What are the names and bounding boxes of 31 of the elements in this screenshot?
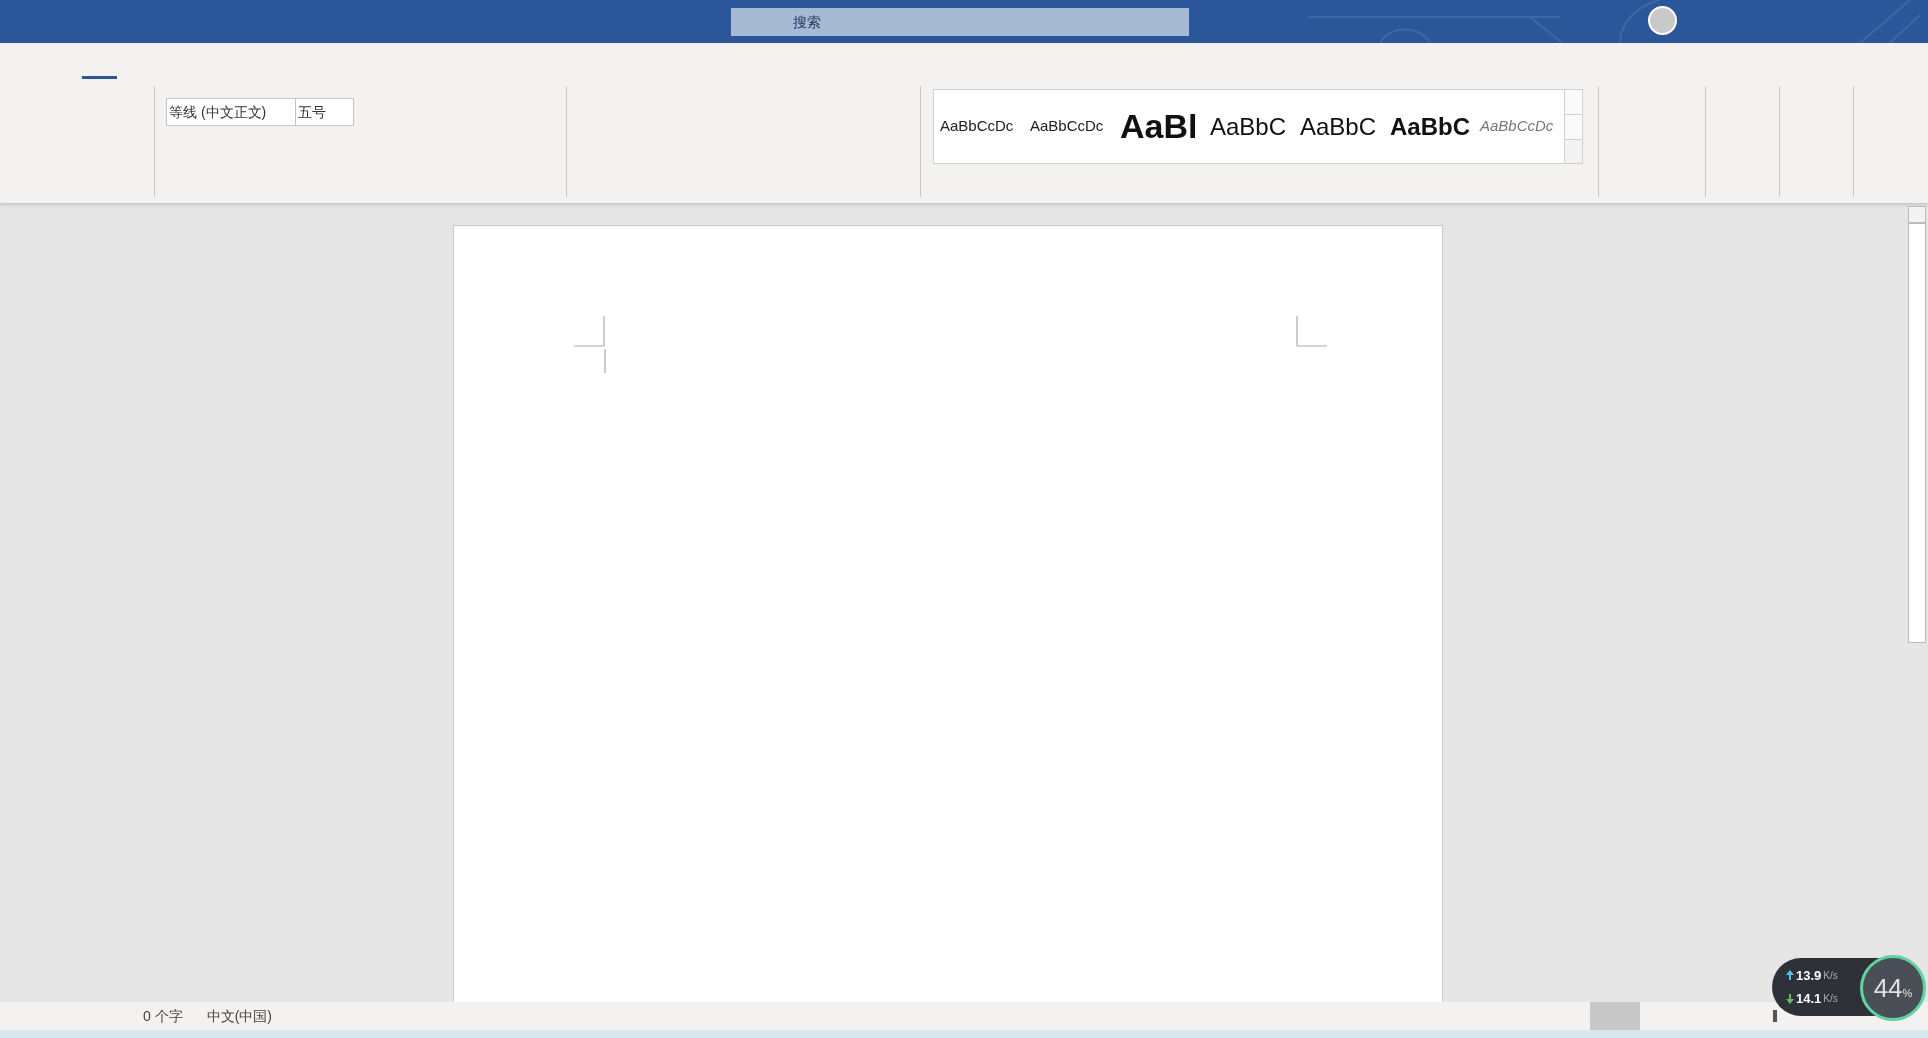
margin-corner-mark — [574, 316, 606, 373]
style-preview[interactable]: AaBbCcDc — [1030, 115, 1120, 138]
style-preview[interactable]: AaBbCcDc — [940, 115, 1030, 138]
style-preview[interactable]: AaBl — [1120, 101, 1210, 152]
margin-corner-mark — [1296, 316, 1328, 348]
tab-indicator — [82, 76, 117, 79]
gallery-up-button[interactable] — [1565, 90, 1582, 115]
language-indicator[interactable]: 中文(中国) — [206, 1005, 272, 1027]
style-preview[interactable]: AaBbC — [1300, 108, 1390, 145]
download-speed: 14.1 — [1796, 990, 1822, 1008]
font-name-field[interactable]: 等线 (中文正文) — [166, 98, 296, 126]
scrollbar-thumb[interactable] — [1908, 223, 1926, 643]
up-arrow-icon — [1786, 970, 1794, 981]
gallery-down-button[interactable] — [1565, 115, 1582, 140]
speed-unit: K/s — [1823, 968, 1838, 983]
style-preview[interactable]: AaBbC — [1210, 108, 1300, 145]
speed-unit: K/s — [1823, 992, 1838, 1007]
font-size-field[interactable]: 五号 — [296, 98, 354, 126]
gallery-more-button[interactable] — [1565, 140, 1582, 163]
style-preview[interactable]: AaBbC — [1390, 108, 1480, 145]
down-arrow-icon — [1786, 993, 1794, 1004]
memory-percent: 44 — [1873, 971, 1903, 1005]
avatar[interactable] — [1648, 6, 1677, 35]
word-count[interactable]: 0 个字 — [143, 1005, 183, 1027]
upload-speed: 13.9 — [1796, 966, 1822, 985]
view-button[interactable] — [1590, 1002, 1640, 1030]
scroll-up-button[interactable] — [1908, 206, 1926, 223]
percent-sign: % — [1902, 986, 1913, 1001]
style-preview[interactable]: AaBbCcDc — [1480, 115, 1564, 138]
search-field[interactable]: 搜索 — [731, 7, 1189, 36]
zoom-slider-thumb[interactable] — [1773, 1010, 1777, 1022]
